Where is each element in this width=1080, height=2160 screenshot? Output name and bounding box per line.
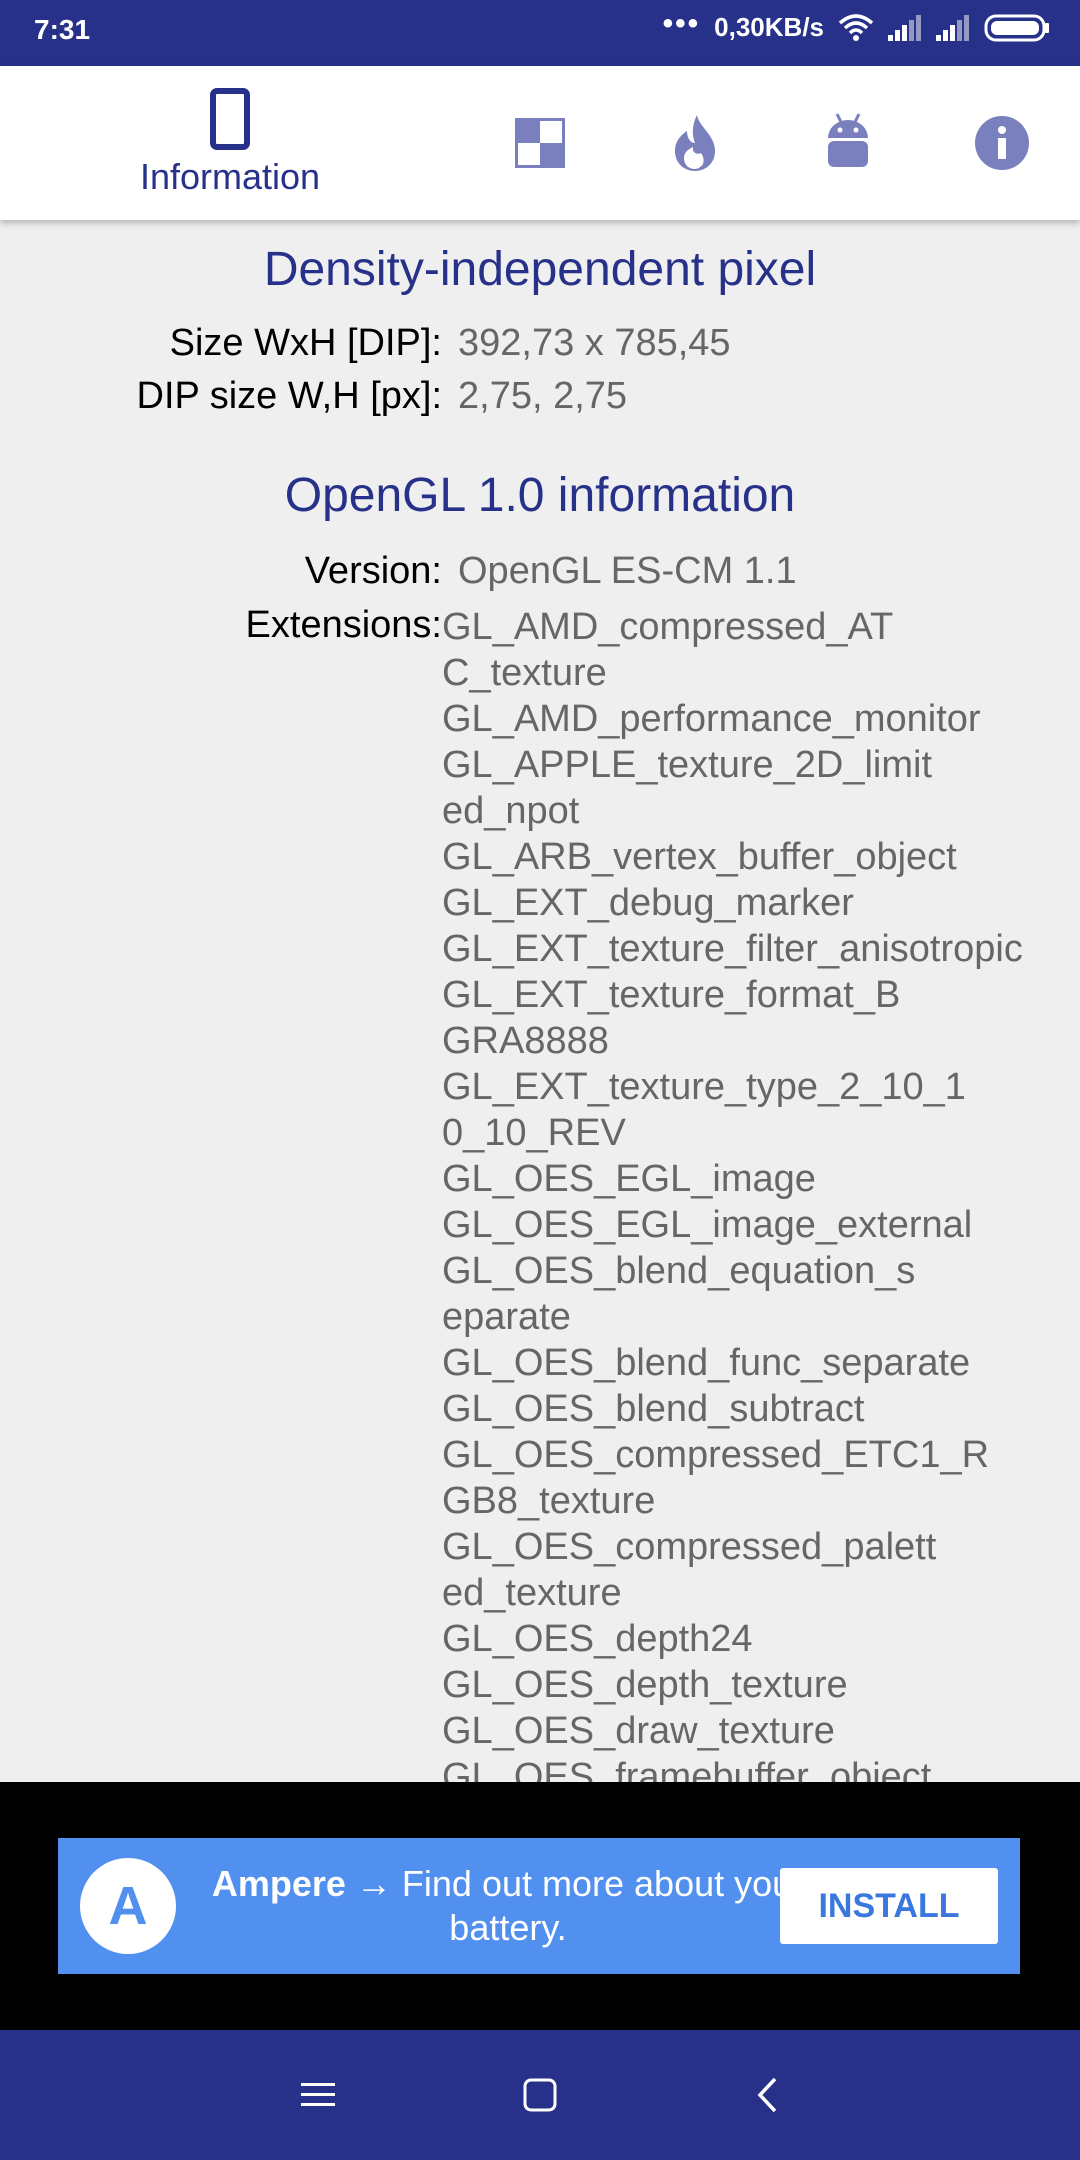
flame-icon [675, 115, 715, 171]
dip-px-value: 2,75, 2,75 [458, 375, 628, 417]
extension-line: GL_EXT_texture_filter_anisotropic [442, 928, 1023, 970]
extension-line: GL_OES_depth24 [442, 1618, 753, 1660]
extension-line: GL_OES_blend_func_separate [442, 1342, 971, 1384]
opengl-version-label: Version: [304, 550, 442, 592]
ad-banner[interactable]: A Ampere → Find out more about your batt… [58, 1838, 1020, 1974]
install-button[interactable]: INSTALL [780, 1868, 998, 1944]
ad-zone: A Ampere → Find out more about your batt… [0, 1782, 1080, 2030]
ad-brand: Ampere [211, 1863, 346, 1904]
extension-line: GL_OES_blend_equation_s [442, 1250, 916, 1292]
dip-px-label: DIP size W,H [px]: [136, 375, 442, 417]
android-icon [828, 113, 868, 167]
opengl-section-title: OpenGL 1.0 information [284, 469, 796, 522]
opengl-extensions-list: GL_AMD_compressed_AT C_texture GL_AMD_perf… [442, 604, 1042, 1782]
info-icon [975, 116, 1029, 170]
ad-message: → Find out more about your battery. [355, 1863, 805, 1948]
extension-line: 0_10_REV [442, 1112, 626, 1154]
menu-icon [301, 2083, 335, 2106]
extension-line: GL_ARB_vertex_buffer_object [442, 836, 957, 878]
more-notifications-icon: ••• [662, 6, 701, 40]
display-tiles-icon [515, 118, 565, 168]
dip-size-value: 392,73 x 785,45 [458, 322, 731, 364]
extension-line: GL_OES_EGL_image_external [442, 1204, 973, 1246]
tab-information[interactable]: Information [110, 66, 350, 220]
dip-size-label: Size WxH [DIP]: [169, 322, 442, 364]
back-chevron-icon [757, 2077, 777, 2113]
extension-line: GL_OES_compressed_ETC1_R [442, 1434, 990, 1476]
extension-line: eparate [442, 1296, 571, 1338]
extension-line: GRA8888 [442, 1020, 609, 1062]
extension-line: GL_EXT_debug_marker [442, 882, 854, 924]
home-button[interactable] [510, 2068, 570, 2122]
extension-line: GL_EXT_texture_format_B [442, 974, 901, 1016]
tab-display[interactable] [490, 66, 590, 220]
wifi-icon [838, 13, 874, 41]
extension-line: ed_npot [442, 790, 580, 832]
status-bar: 7:31 ••• 0,30KB/s [0, 0, 1080, 66]
phone-icon [210, 88, 250, 150]
signal-icon-2 [936, 14, 969, 41]
network-speed: 0,30KB/s [714, 12, 824, 42]
tab-about[interactable] [952, 66, 1052, 220]
extension-line: GL_OES_framebuffer_object [442, 1756, 932, 1782]
navigation-bar [0, 2030, 1080, 2160]
extension-line: GL_EXT_texture_type_2_10_1 [442, 1066, 966, 1108]
tab-android[interactable] [798, 66, 898, 220]
status-icons: ••• 0,30KB/s [663, 7, 1050, 43]
info-content[interactable]: Density-independent pixel Size WxH [DIP]… [0, 220, 1080, 1782]
opengl-version-value: OpenGL ES-CM 1.1 [458, 550, 797, 592]
extension-line: GL_OES_compressed_palett [442, 1526, 937, 1568]
battery-icon [984, 14, 1049, 41]
signal-icon [888, 14, 921, 41]
ad-logo-letter: A [108, 1876, 148, 1936]
ad-text: Ampere → Find out more about your batter… [208, 1862, 808, 1950]
extension-line: GL_OES_EGL_image [442, 1158, 816, 1200]
home-square-icon [523, 2078, 557, 2112]
extension-line: GL_AMD_compressed_AT [442, 606, 894, 648]
status-time: 7:31 [34, 14, 91, 45]
extension-line: C_texture [442, 652, 607, 694]
tab-performance[interactable] [645, 66, 745, 220]
dip-section-title: Density-independent pixel [263, 243, 817, 296]
extension-line: ed_texture [442, 1572, 622, 1614]
tab-bar: Information [0, 66, 1080, 220]
extension-line: GL_APPLE_texture_2D_limit [442, 744, 933, 786]
extension-line: GL_OES_draw_texture [442, 1710, 835, 1752]
extension-line: GL_OES_blend_subtract [442, 1388, 865, 1430]
tab-information-label: Information [139, 156, 321, 197]
ampere-logo-icon: A [80, 1858, 176, 1954]
extension-line: GB8_texture [442, 1480, 656, 1522]
extension-line: GL_OES_depth_texture [442, 1664, 848, 1706]
menu-button[interactable] [288, 2068, 348, 2122]
extension-line: GL_AMD_performance_monitor [442, 698, 981, 740]
opengl-extensions-label: Extensions: [245, 604, 442, 646]
back-button[interactable] [737, 2068, 797, 2122]
